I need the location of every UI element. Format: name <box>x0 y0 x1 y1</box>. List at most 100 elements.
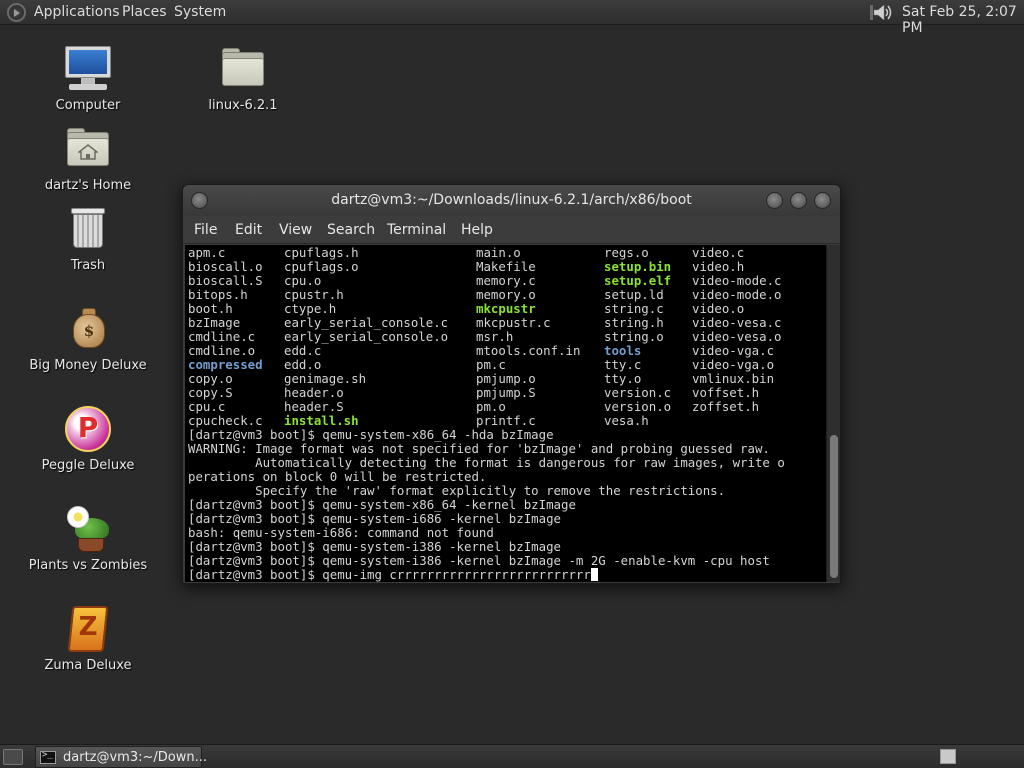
menu-help[interactable]: Help <box>461 222 493 238</box>
output-line: Specify the 'raw' format explicitly to r… <box>188 483 726 498</box>
maximize-button[interactable] <box>790 192 807 209</box>
ls-entry: printf.c <box>476 413 536 428</box>
ls-entry: video.o <box>692 301 745 316</box>
plants-vs-zombies-desktop-icon[interactable]: Plants vs Zombies <box>28 504 148 573</box>
ls-entry: compressed <box>188 357 263 372</box>
ls-entry: early_serial_console.o <box>284 329 449 344</box>
minimize-button[interactable] <box>766 192 783 209</box>
ls-entry: mkcpustr.c <box>476 315 551 330</box>
trash-icon <box>63 204 113 254</box>
clock[interactable]: Sat Feb 25, 2:07 PM <box>902 4 1024 36</box>
output-line: [dartz@vm3 boot]$ qemu-system-i386 -kern… <box>188 553 770 568</box>
ls-entry: edd.c <box>284 343 322 358</box>
zuma-icon: Z <box>63 604 113 654</box>
ls-entry: version.c <box>604 385 672 400</box>
ls-entry: boot.h <box>188 301 233 316</box>
home-desktop-icon[interactable]: dartz's Home <box>28 124 148 193</box>
applications-menu[interactable]: Applications <box>34 4 120 20</box>
desktop-icon-label: Plants vs Zombies <box>28 558 148 573</box>
close-button[interactable] <box>814 192 831 209</box>
desktop-icon-label: Peggle Deluxe <box>41 458 135 473</box>
ls-entry: tools <box>604 343 642 358</box>
text-cursor <box>590 568 598 581</box>
desktop-icon-label: dartz's Home <box>44 178 132 193</box>
big-money-desktop-icon[interactable]: $ Big Money Deluxe <box>28 304 148 373</box>
trash-desktop-icon[interactable]: Trash <box>28 204 148 273</box>
ls-entry: install.sh <box>284 413 359 428</box>
ls-entry: bitops.h <box>188 287 248 302</box>
workspace-switcher-icon[interactable] <box>940 749 956 764</box>
ls-entry: pm.c <box>476 357 506 372</box>
ls-entry: cpu.o <box>284 273 322 288</box>
menu-edit[interactable]: Edit <box>235 222 262 238</box>
ls-entry: video-vesa.c <box>692 315 782 330</box>
ls-entry: video.c <box>692 245 745 260</box>
ls-entry: tty.o <box>604 371 642 386</box>
ls-entry: pmjump.o <box>476 371 536 386</box>
ls-entry: msr.h <box>476 329 514 344</box>
ls-entry: vesa.h <box>604 413 649 428</box>
window-title: dartz@vm3:~/Downloads/linux-6.2.1/arch/x… <box>331 192 692 208</box>
menu-view[interactable]: View <box>279 222 312 238</box>
show-desktop-button[interactable] <box>3 749 23 765</box>
terminal-window[interactable]: dartz@vm3:~/Downloads/linux-6.2.1/arch/x… <box>182 184 841 584</box>
output-line: WARNING: Image format was not specified … <box>188 441 770 456</box>
zuma-desktop-icon[interactable]: Z Zuma Deluxe <box>28 604 148 673</box>
places-menu[interactable]: Places <box>122 4 167 20</box>
speaker-icon[interactable] <box>870 3 894 22</box>
output-line: [dartz@vm3 boot]$ qemu-system-x86_64 -ke… <box>188 497 576 512</box>
ls-entry: cmdline.c <box>188 329 256 344</box>
taskbar-button-label: dartz@vm3:~/Down... <box>63 750 207 765</box>
linux-folder-desktop-icon[interactable]: linux-6.2.1 <box>183 44 303 113</box>
ls-entry: version.o <box>604 399 672 414</box>
ls-entry: vmlinux.bin <box>692 371 775 386</box>
window-menu-button[interactable] <box>191 192 208 209</box>
ls-entry: bzImage <box>188 315 241 330</box>
output-line: [dartz@vm3 boot]$ qemu-system-i686 -kern… <box>188 511 561 526</box>
ls-entry: video-mode.o <box>692 287 782 302</box>
window-titlebar[interactable]: dartz@vm3:~/Downloads/linux-6.2.1/arch/x… <box>183 185 840 216</box>
folder-icon <box>218 44 268 94</box>
terminal-menubar: File Edit View Search Terminal Help <box>183 216 840 244</box>
ls-entry: mtools.conf.in <box>476 343 581 358</box>
gnome-foot-icon[interactable] <box>7 3 26 22</box>
ls-entry: pmjump.S <box>476 385 536 400</box>
peggle-icon: P <box>63 404 113 454</box>
ls-entry: setup.bin <box>604 259 672 274</box>
ls-entry: cpustr.h <box>284 287 344 302</box>
taskbar-terminal-button[interactable]: dartz@vm3:~/Down... <box>35 746 207 768</box>
desktop-icon-label: linux-6.2.1 <box>208 98 278 113</box>
menu-file[interactable]: File <box>194 222 217 238</box>
ls-entry: cpu.c <box>188 399 226 414</box>
ls-entry: video-vesa.o <box>692 329 782 344</box>
menu-terminal[interactable]: Terminal <box>387 222 446 238</box>
prompt-line[interactable]: [dartz@vm3 boot]$ qemu-img crrrrrrrrrrrr… <box>188 568 598 582</box>
terminal-icon <box>40 750 56 764</box>
ls-entry: Makefile <box>476 259 536 274</box>
ls-entry: tty.c <box>604 357 642 372</box>
menu-search[interactable]: Search <box>327 222 375 238</box>
ls-entry: cpuflags.o <box>284 259 359 274</box>
ls-entry: zoffset.h <box>692 399 760 414</box>
desktop: Applications Places System Sat Feb 25, 2… <box>0 0 1024 768</box>
ls-entry: pm.o <box>476 399 506 414</box>
desktop-icon-label: Zuma Deluxe <box>44 658 132 673</box>
terminal-output[interactable]: apm.c cpuflags.h main.o regs.o video.c biosca… <box>185 245 826 582</box>
ls-entry: memory.o <box>476 287 536 302</box>
peggle-desktop-icon[interactable]: P Peggle Deluxe <box>28 404 148 473</box>
money-bag-icon: $ <box>63 304 113 354</box>
ls-entry: video-vga.c <box>692 343 775 358</box>
scrollbar-thumb[interactable] <box>830 435 838 578</box>
system-menu[interactable]: System <box>174 4 226 20</box>
ls-entry: memory.c <box>476 273 536 288</box>
output-line: [dartz@vm3 boot]$ qemu-system-i386 -kern… <box>188 539 561 554</box>
desktop-icon-label: Trash <box>70 258 106 273</box>
ls-entry: setup.ld <box>604 287 664 302</box>
ls-entry: cpuflags.h <box>284 245 359 260</box>
ls-entry: setup.elf <box>604 273 672 288</box>
desktop-icon-label: Big Money Deluxe <box>29 358 147 373</box>
desktop-icon-label: Computer <box>55 98 121 113</box>
computer-desktop-icon[interactable]: Computer <box>28 44 148 113</box>
ls-entry: string.o <box>604 329 664 344</box>
terminal-scrollbar[interactable] <box>826 245 840 582</box>
